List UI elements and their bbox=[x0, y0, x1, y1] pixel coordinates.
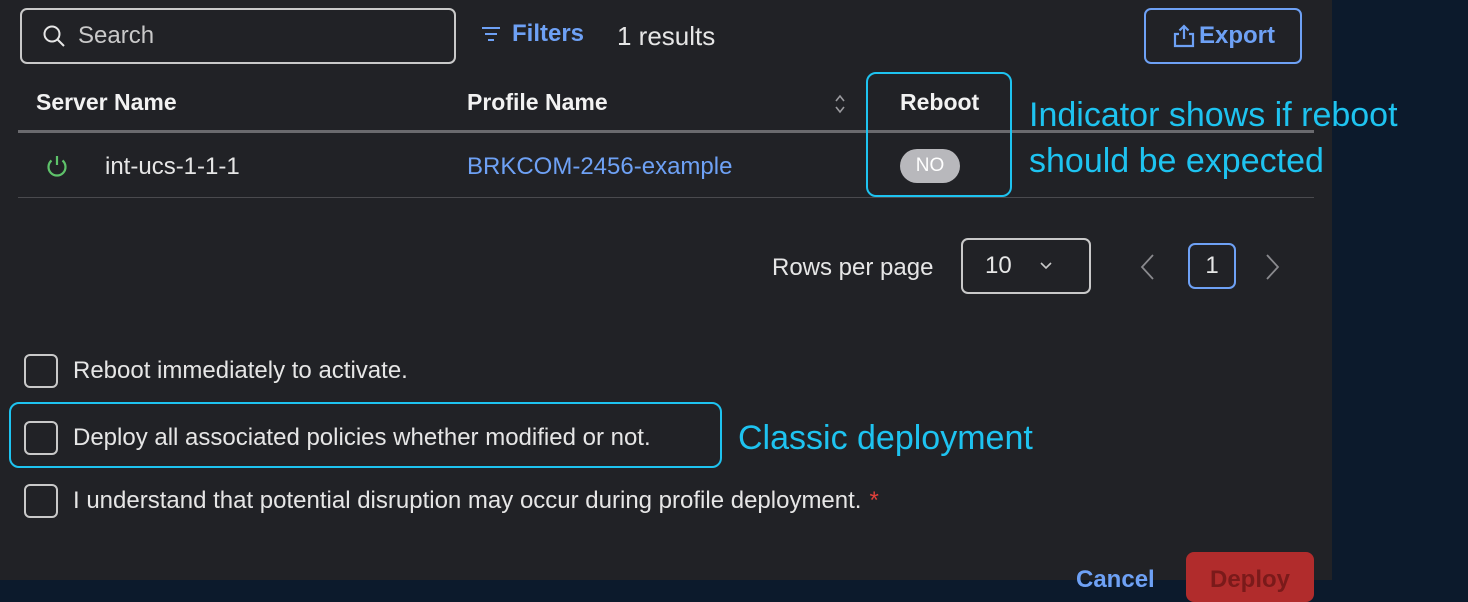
sort-icon[interactable] bbox=[834, 94, 846, 114]
acknowledge-label: I understand that potential disruption m… bbox=[73, 487, 862, 514]
export-icon bbox=[1173, 24, 1195, 48]
reboot-annotation-line2: should be expected bbox=[1029, 142, 1324, 180]
search-input[interactable] bbox=[76, 21, 420, 51]
reboot-immediately-option[interactable]: Reboot immediately to activate. bbox=[24, 354, 408, 388]
filter-icon bbox=[482, 27, 500, 41]
acknowledge-checkbox[interactable] bbox=[24, 484, 58, 518]
cancel-button[interactable]: Cancel bbox=[1076, 566, 1155, 594]
current-page-button[interactable]: 1 bbox=[1188, 243, 1236, 289]
server-name-cell: int-ucs-1-1-1 bbox=[105, 153, 240, 180]
required-marker: * bbox=[869, 487, 879, 514]
classic-deployment-annotation: Classic deployment bbox=[738, 419, 1033, 457]
classic-deployment-annotation-box bbox=[9, 402, 722, 468]
deploy-panel: Filters 1 results Export Server Name Pro… bbox=[0, 0, 1332, 602]
export-button[interactable]: Export bbox=[1144, 8, 1302, 64]
acknowledge-option[interactable]: I understand that potential disruption m… bbox=[24, 484, 879, 518]
filters-label: Filters bbox=[512, 20, 585, 47]
deploy-button[interactable]: Deploy bbox=[1186, 552, 1314, 602]
search-icon bbox=[43, 25, 65, 47]
rows-per-page-value: 10 bbox=[985, 252, 1012, 279]
column-header-profile-name[interactable]: Profile Name bbox=[467, 89, 608, 116]
reboot-immediately-label: Reboot immediately to activate. bbox=[73, 357, 408, 384]
power-icon bbox=[47, 156, 67, 177]
table-row-divider bbox=[18, 197, 1314, 198]
results-count: 1 results bbox=[617, 21, 716, 51]
previous-page-icon[interactable] bbox=[1138, 252, 1158, 282]
export-label: Export bbox=[1198, 22, 1275, 49]
rows-per-page-select[interactable]: 10 bbox=[961, 238, 1091, 294]
chevron-down-icon bbox=[1040, 262, 1052, 270]
search-box[interactable] bbox=[20, 8, 456, 64]
reboot-immediately-checkbox[interactable] bbox=[24, 354, 58, 388]
reboot-annotation-line1: Indicator shows if reboot bbox=[1029, 96, 1398, 134]
filters-button[interactable]: Filters bbox=[482, 20, 584, 48]
next-page-icon[interactable] bbox=[1262, 252, 1282, 282]
rows-per-page-label: Rows per page bbox=[772, 254, 934, 281]
profile-name-link[interactable]: BRKCOM-2456-example bbox=[467, 153, 732, 181]
reboot-annotation-box bbox=[866, 72, 1012, 197]
column-header-server-name[interactable]: Server Name bbox=[36, 89, 177, 116]
